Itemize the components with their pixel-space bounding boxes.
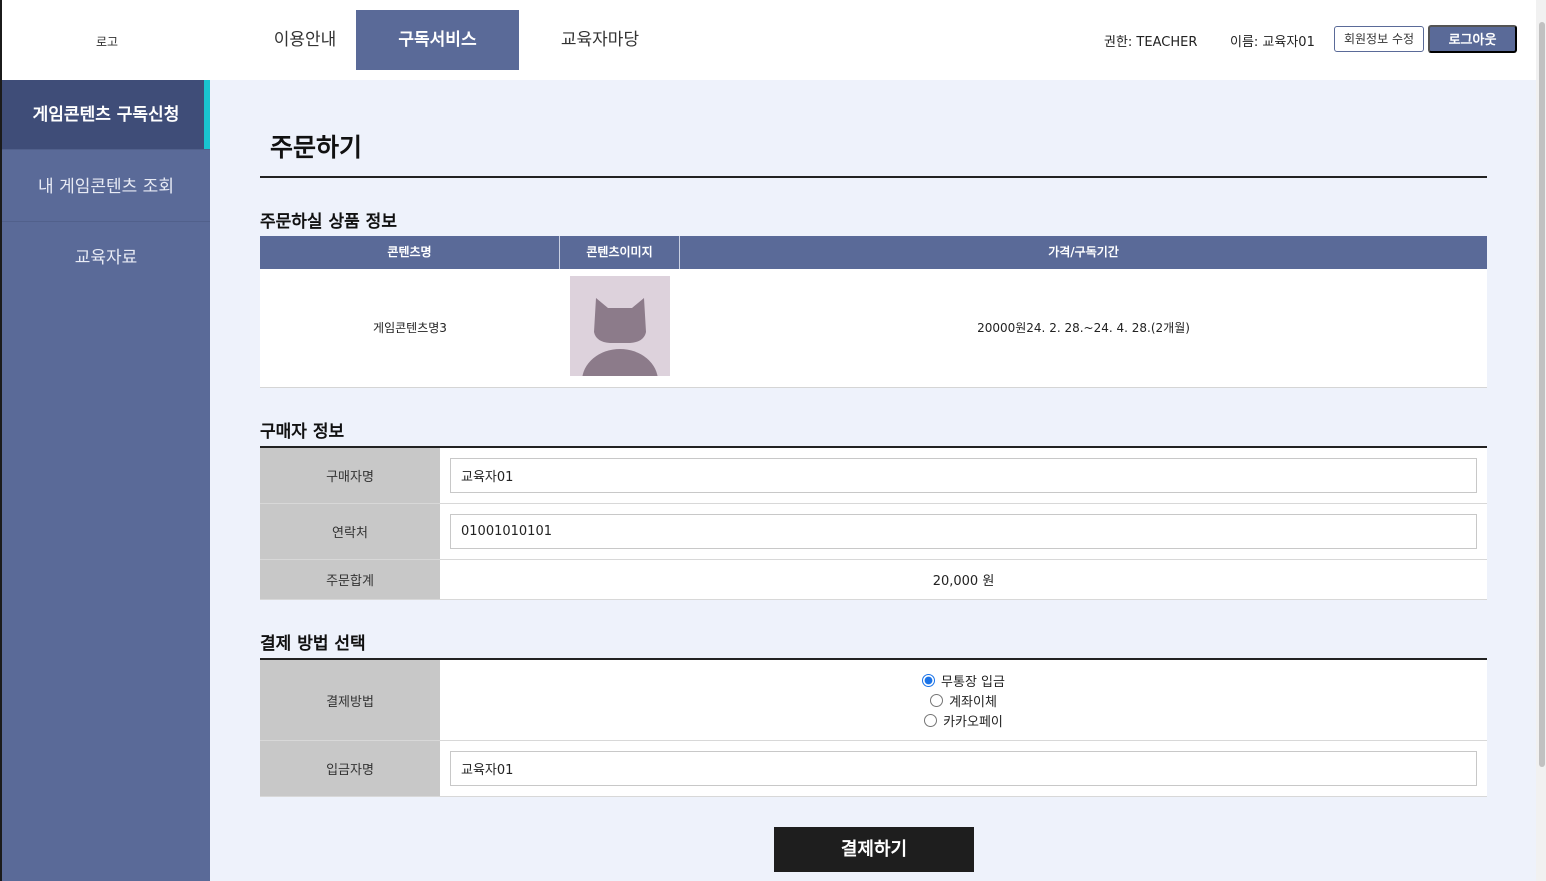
- pay-button[interactable]: 결제하기: [774, 827, 974, 872]
- logout-button[interactable]: 로그아웃: [1428, 25, 1517, 53]
- depositor-label: 입금자명: [260, 741, 440, 796]
- order-total-row: 주문합계 20,000 원: [260, 560, 1487, 600]
- table-row: 게임콘텐츠명3 20000원24. 2. 28.~24. 4. 28.(2개월): [260, 269, 1487, 388]
- content-name-cell: 게임콘텐츠명3: [373, 321, 447, 335]
- sidebar-item-subscribe[interactable]: 게임콘텐츠 구독신청: [2, 80, 210, 150]
- order-total-value: 20,000 원: [932, 574, 995, 589]
- payment-method-options: 무통장 입금 계좌이체 카카오페이: [440, 670, 1487, 730]
- payment-method-row: 결제방법 무통장 입금 계좌이체 카카오페이: [260, 660, 1487, 741]
- user-role: 권한: TEACHER: [1104, 35, 1198, 50]
- payment-section-title: 결제 방법 선택: [260, 634, 366, 654]
- payment-method-label: 결제방법: [260, 660, 440, 740]
- radio-label: 카카오페이: [943, 714, 1003, 730]
- bank-deposit-radio[interactable]: [922, 673, 936, 687]
- column-header: 가격/구독기간: [1048, 245, 1119, 259]
- edit-profile-button[interactable]: 회원정보 수정: [1334, 26, 1424, 52]
- radio-option-bank-deposit[interactable]: 무통장 입금: [440, 670, 1487, 690]
- top-header: 로고 이용안내 구독서비스 교육자마당 권한: TEACHER 이름: 교육자0…: [2, 0, 1536, 80]
- depositor-row: 입금자명: [260, 741, 1487, 797]
- buyer-phone-input[interactable]: [450, 514, 1477, 549]
- buyer-phone-label: 연락처: [260, 504, 440, 559]
- title-divider: [260, 176, 1487, 178]
- sidebar-item-label: 내 게임콘텐츠 조회: [38, 177, 174, 197]
- order-total-label: 주문합계: [260, 560, 440, 599]
- content-image: [570, 276, 670, 376]
- nav-item-subscription[interactable]: 구독서비스: [356, 10, 519, 70]
- user-name: 이름: 교육자01: [1230, 35, 1315, 50]
- page-title: 주문하기: [270, 133, 363, 162]
- radio-option-kakaopay[interactable]: 카카오페이: [440, 710, 1487, 730]
- scrollbar-thumb[interactable]: [1539, 22, 1545, 767]
- sidebar-item-my-contents[interactable]: 내 게임콘텐츠 조회: [2, 152, 210, 222]
- depositor-input[interactable]: [450, 751, 1477, 786]
- sidebar-item-label: 교육자료: [74, 248, 138, 268]
- sidebar-item-label: 게임콘텐츠 구독신청: [32, 105, 180, 125]
- buyer-phone-row: 연락처: [260, 504, 1487, 560]
- placeholder-avatar-icon: [582, 298, 658, 376]
- buyer-section-title: 구매자 정보: [260, 422, 345, 442]
- buyer-name-row: 구매자명: [260, 448, 1487, 504]
- radio-option-transfer[interactable]: 계좌이체: [440, 690, 1487, 710]
- transfer-radio[interactable]: [930, 693, 944, 707]
- kakaopay-radio[interactable]: [924, 713, 938, 727]
- nav-item-educator[interactable]: 교육자마당: [519, 10, 681, 70]
- radio-label: 계좌이체: [949, 694, 997, 710]
- price-period-cell: 20000원24. 2. 28.~24. 4. 28.(2개월): [977, 321, 1190, 335]
- logo[interactable]: 로고: [96, 33, 118, 50]
- column-header: 콘텐츠이미지: [560, 236, 680, 269]
- product-section-title: 주문하실 상품 정보: [260, 212, 397, 232]
- radio-label: 무통장 입금: [941, 674, 1005, 690]
- column-header: 콘텐츠명: [260, 236, 560, 269]
- sidebar: 게임콘텐츠 구독신청 내 게임콘텐츠 조회 교육자료: [2, 80, 210, 881]
- buyer-name-input[interactable]: [450, 458, 1477, 493]
- product-table-header: 콘텐츠명 콘텐츠이미지 가격/구독기간: [260, 236, 1487, 269]
- buyer-name-label: 구매자명: [260, 448, 440, 503]
- sidebar-item-materials[interactable]: 교육자료: [2, 223, 210, 293]
